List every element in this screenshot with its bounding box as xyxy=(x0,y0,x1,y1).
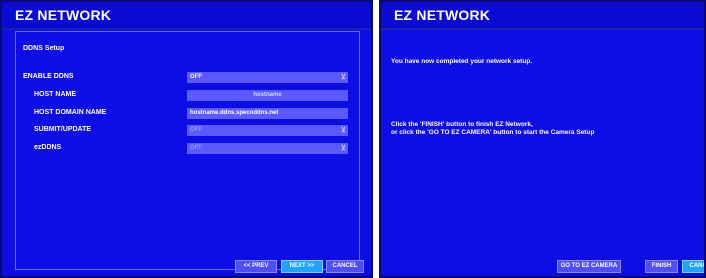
chevron-down-icon: ⊻ xyxy=(340,74,346,81)
host-name-label: HOST NAME xyxy=(34,91,76,98)
enable-ddns-label: ENABLE DDNS xyxy=(23,73,74,80)
ddns-setup-window: EZ NETWORK DDNS Setup ENABLE DDNS OFF ⊻ … xyxy=(0,0,373,278)
title-bar: EZ NETWORK xyxy=(381,2,704,30)
host-domain-name-label: HOST DOMAIN NAME xyxy=(34,109,107,116)
host-name-input[interactable]: hostname xyxy=(187,90,348,101)
window-title: EZ NETWORK xyxy=(15,7,112,23)
title-bar: EZ NETWORK xyxy=(2,2,371,30)
chevron-down-icon: ⊻ xyxy=(340,127,346,134)
setup-complete-window: EZ NETWORK You have now completed your n… xyxy=(379,0,706,278)
window-title: EZ NETWORK xyxy=(394,7,491,23)
ezddns-label: ezDDNS xyxy=(34,144,62,151)
submit-update-label: SUBMIT/UPDATE xyxy=(34,126,92,133)
completion-message: You have now completed your network setu… xyxy=(391,58,533,65)
host-domain-name-input[interactable]: hostname.ddns.specoddns.net xyxy=(187,108,348,119)
prev-button[interactable]: << PREV xyxy=(235,260,277,273)
ezddns-select[interactable]: OFF ⊻ xyxy=(187,143,348,154)
submit-update-select[interactable]: OFF ⊻ xyxy=(187,125,348,136)
go-to-ez-camera-button[interactable]: GO TO EZ CAMERA xyxy=(557,260,621,273)
instruction-line-2: or click the 'GO TO EZ CAMERA' button to… xyxy=(391,129,595,136)
chevron-down-icon: ⊻ xyxy=(340,145,346,152)
enable-ddns-select[interactable]: OFF ⊻ xyxy=(187,72,348,83)
finish-button[interactable]: FINISH xyxy=(645,260,678,273)
cancel-button[interactable]: CANCEL xyxy=(682,260,704,273)
instruction-line-1: Click the 'FINISH' button to finish EZ N… xyxy=(391,121,533,128)
cancel-button[interactable]: CANCEL xyxy=(326,260,364,273)
section-title: DDNS Setup xyxy=(23,45,65,52)
next-button[interactable]: NEXT >> xyxy=(281,260,323,273)
